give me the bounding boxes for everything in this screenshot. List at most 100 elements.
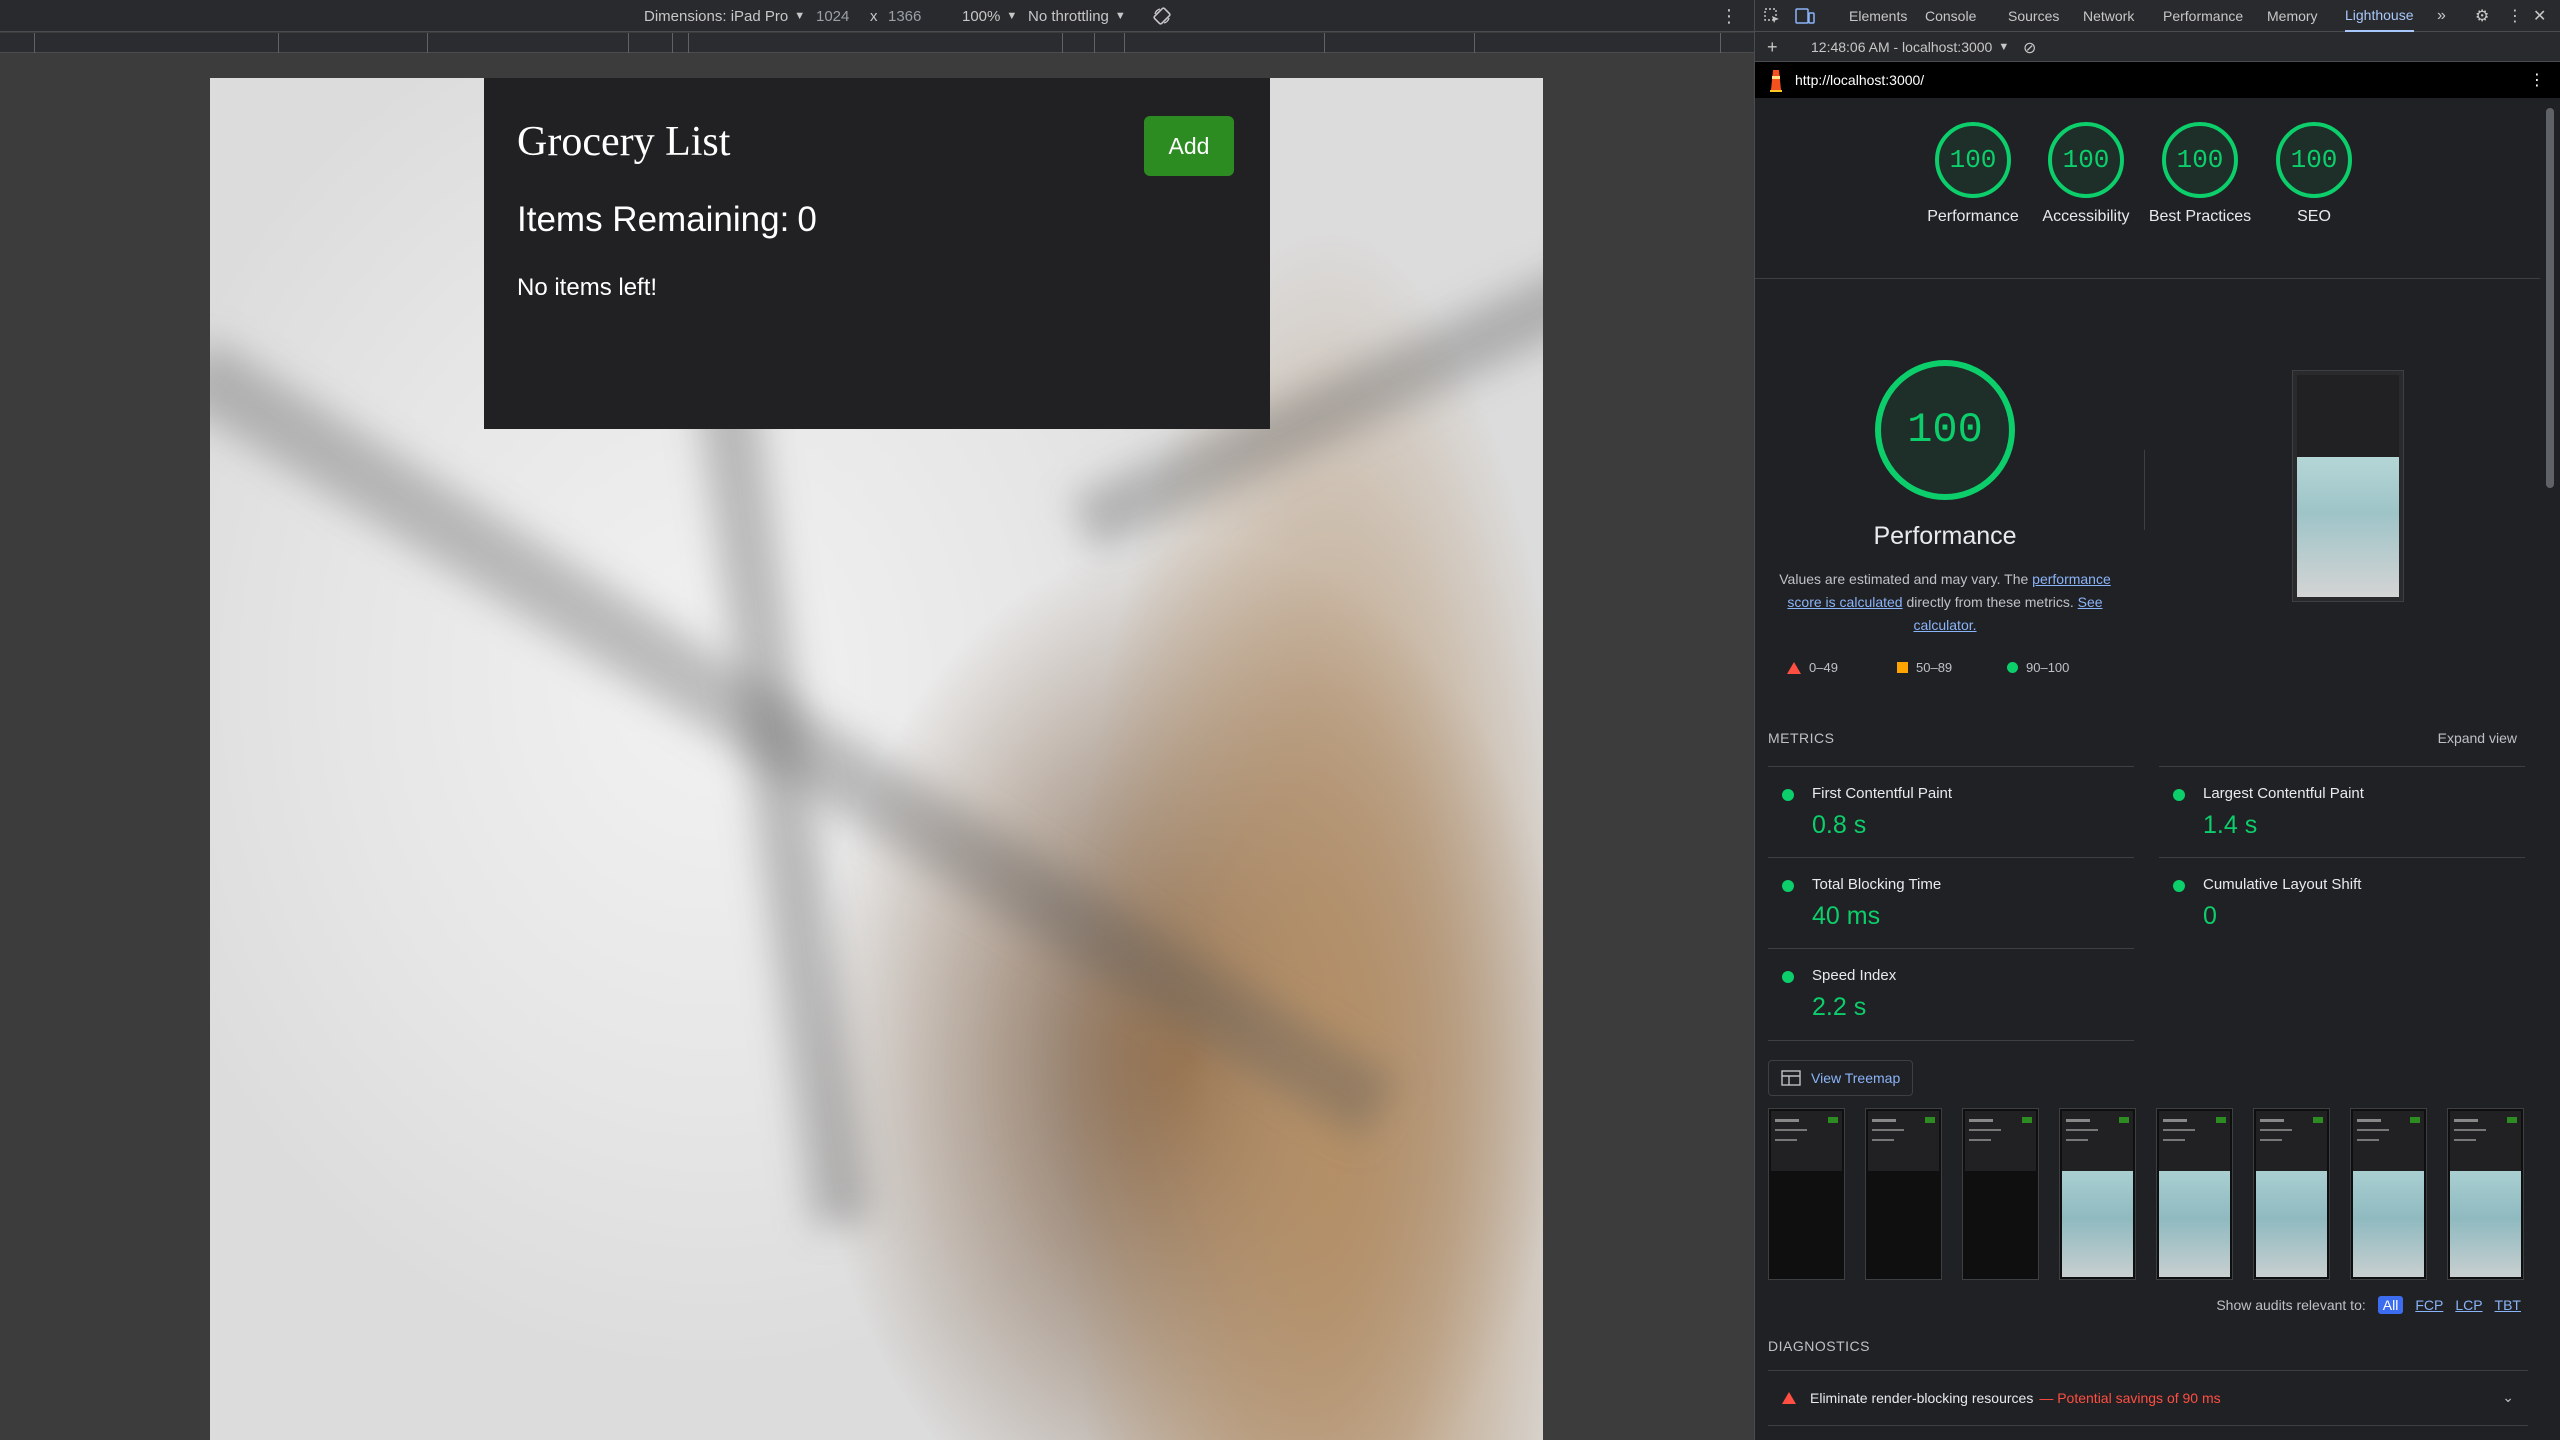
view-treemap-button[interactable]: View Treemap [1768, 1060, 1914, 1096]
legend-average: 50–89 [1897, 660, 2007, 675]
score-legend: 0–49 50–89 90–100 [1787, 660, 2117, 675]
metric-label: Speed Index [1812, 967, 1897, 984]
filter-tbt[interactable]: TBT [2495, 1297, 2521, 1313]
expand-view-toggle[interactable]: Expand view [2438, 730, 2517, 746]
final-screenshot-thumbnail[interactable] [2292, 370, 2404, 602]
tab-sources[interactable]: Sources [2008, 0, 2059, 32]
more-tabs-icon[interactable]: » [2437, 0, 2446, 32]
lighthouse-report: 100 Performance 100 Accessibility 100 Be… [1755, 98, 2541, 1440]
tab-lighthouse[interactable]: Lighthouse [2345, 0, 2414, 32]
add-button[interactable]: Add [1144, 116, 1234, 176]
chevron-down-icon: ▼ [1114, 10, 1126, 22]
width-input[interactable]: 1024 [816, 0, 849, 32]
tab-elements[interactable]: Elements [1849, 0, 1907, 32]
treemap-label: View Treemap [1811, 1070, 1901, 1086]
height-input[interactable]: 1366 [888, 0, 921, 32]
items-remaining-count: 0 [797, 200, 817, 239]
inspect-element-icon[interactable] [1763, 0, 1781, 32]
score-value: 100 [2048, 122, 2124, 198]
ruler-segment[interactable] [1094, 33, 1095, 53]
clear-icon[interactable]: ⊘ [2023, 38, 2036, 58]
score-gauge-seo[interactable]: 100 SEO [2274, 122, 2354, 227]
score-label: Performance [1927, 208, 2019, 225]
ruler-segment[interactable] [1720, 33, 1721, 53]
legend-pass: 90–100 [2007, 660, 2117, 675]
report-selector[interactable]: 12:48:06 AM - localhost:3000 ▼ [1811, 39, 2009, 55]
ruler-segment[interactable] [1324, 33, 1325, 53]
score-label: Best Practices [2148, 208, 2252, 225]
ruler-segment[interactable] [672, 33, 673, 53]
scrollbar-thumb[interactable] [2546, 108, 2554, 488]
filmstrip-frame [2059, 1108, 2136, 1280]
metric-label: Total Blocking Time [1812, 876, 1942, 893]
lighthouse-toolbar: + 12:48:06 AM - localhost:3000 ▼ ⊘ [1755, 32, 2560, 62]
ruler-segment[interactable] [278, 33, 279, 53]
score-value: 100 [1935, 122, 2011, 198]
fail-triangle-icon [1782, 1392, 1796, 1404]
filter-fcp[interactable]: FCP [2415, 1297, 2443, 1313]
rotate-button[interactable] [1152, 0, 1172, 32]
divider [1768, 1040, 2134, 1041]
fail-triangle-icon [1787, 661, 1801, 674]
audit-filter: Show audits relevant to: All FCP LCP TBT [2216, 1296, 2521, 1314]
tab-console[interactable]: Console [1925, 0, 1976, 32]
ruler-segment[interactable] [628, 33, 629, 53]
score-gauge-performance[interactable]: 100 Performance [1927, 122, 2019, 227]
ruler-segment[interactable] [688, 33, 689, 53]
metric-cls: Cumulative Layout Shift 0 [2159, 857, 2525, 947]
filter-all[interactable]: All [2377, 1296, 2404, 1314]
close-icon[interactable]: ✕ [2533, 0, 2546, 32]
tab-performance[interactable]: Performance [2163, 0, 2243, 32]
pass-circle-icon [2173, 789, 2185, 801]
score-gauge-accessibility[interactable]: 100 Accessibility [2042, 122, 2130, 227]
pass-circle-icon [1782, 789, 1794, 801]
metric-label: First Contentful Paint [1812, 785, 1953, 802]
throttling-label: No throttling [1028, 7, 1109, 25]
ruler-segment[interactable] [1474, 33, 1475, 53]
dimension-separator: x [870, 7, 878, 25]
filmstrip-frame [1865, 1108, 1942, 1280]
device-emulation-pane: Dimensions: iPad Pro ▼ 1024 x 1366 100% … [0, 0, 1754, 1440]
metric-value: 0.8 s [1812, 811, 1867, 839]
screenshot-image [2297, 457, 2399, 597]
score-value: 100 [2276, 122, 2352, 198]
filter-lcp[interactable]: LCP [2455, 1297, 2482, 1313]
settings-icon[interactable]: ⚙ [2475, 0, 2489, 32]
ruler-segment[interactable] [427, 33, 428, 53]
filmstrip-frame [2253, 1108, 2330, 1280]
filmstrip-frame [1768, 1108, 1845, 1280]
divider [2144, 450, 2145, 530]
report-url[interactable]: http://localhost:3000/ [1795, 72, 1924, 88]
chevron-down-icon: ▼ [1006, 10, 1018, 22]
page-title: Grocery List [517, 119, 731, 165]
metric-value: 0 [2203, 902, 2217, 930]
metric-tbt: Total Blocking Time 40 ms [1768, 857, 2134, 947]
performance-score-gauge: 100 [1875, 360, 2015, 500]
report-selector-label: 12:48:06 AM - localhost:3000 [1811, 39, 1993, 55]
metric-value: 2.2 s [1812, 993, 1867, 1021]
performance-description: Values are estimated and may vary. The p… [1775, 568, 2115, 637]
more-options-icon[interactable]: ⋮ [2529, 70, 2545, 90]
report-scrollbar[interactable] [2540, 98, 2560, 1440]
ruler-segment[interactable] [34, 33, 35, 53]
filmstrip [1768, 1108, 2528, 1280]
dimensions-select[interactable]: Dimensions: iPad Pro ▼ [644, 0, 805, 32]
ruler-segment[interactable] [1062, 33, 1063, 53]
devtools-tabbar: Elements Console Sources Network Perform… [1755, 0, 2560, 32]
emulated-page-viewport: Grocery List Add Items Remaining: 0 No it… [210, 78, 1543, 1440]
zoom-select[interactable]: 100% ▼ [962, 0, 1017, 32]
filmstrip-frame [1962, 1108, 2039, 1280]
tab-network[interactable]: Network [2083, 0, 2134, 32]
pass-circle-icon [2173, 880, 2185, 892]
score-gauge-best-practices[interactable]: 100 Best Practices [2149, 122, 2251, 227]
more-options-icon[interactable]: ⋮ [1720, 0, 1738, 32]
ruler-segment[interactable] [1124, 33, 1125, 53]
device-toolbar-toggle-icon[interactable] [1795, 0, 1815, 32]
new-report-icon[interactable]: + [1767, 37, 1778, 58]
more-options-icon[interactable]: ⋮ [2507, 0, 2523, 32]
audit-row-render-blocking[interactable]: Eliminate render-blocking resources — Po… [1768, 1370, 2528, 1426]
devtools-panel: Elements Console Sources Network Perform… [1754, 0, 2560, 1440]
throttling-select[interactable]: No throttling ▼ [1028, 0, 1126, 32]
tab-memory[interactable]: Memory [2267, 0, 2318, 32]
performance-title: Performance [1873, 522, 2017, 550]
